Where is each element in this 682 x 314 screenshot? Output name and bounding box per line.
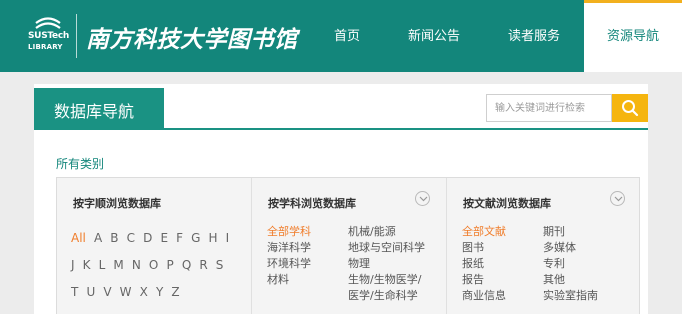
letter-link[interactable]: X xyxy=(140,279,148,306)
browse-by-letter: 按字顺浏览数据库 All A B C D E F G H I J K L M N… xyxy=(57,178,252,314)
panel-title-tab: 数据库导航 xyxy=(34,88,164,130)
letter-link[interactable]: All xyxy=(71,225,86,252)
site-header: SUSTech LIBRARY 南方科技大学图书馆 首页 新闻公告 读者服务 资… xyxy=(0,0,682,72)
subject-marine-science[interactable]: 海洋科学 xyxy=(267,239,311,255)
type-books[interactable]: 图书 xyxy=(462,239,484,255)
letter-link[interactable]: G xyxy=(191,225,200,252)
browse-by-letter-title: 按字顺浏览数据库 xyxy=(73,197,161,210)
letter-link[interactable]: H xyxy=(209,225,218,252)
database-navigation-panel: 数据库导航 所有类别 按字顺浏览数据库 All A B C D E F G H … xyxy=(34,84,648,314)
subject-mechanical-energy[interactable]: 机械/能源 xyxy=(348,223,396,239)
subject-medicine-life-science[interactable]: 医学/生命科学 xyxy=(348,287,418,303)
title-underline xyxy=(34,128,648,130)
letter-link[interactable]: W xyxy=(120,279,132,306)
type-multimedia[interactable]: 多媒体 xyxy=(543,239,576,255)
logo-mark-icon xyxy=(35,17,61,29)
panel-title: 数据库导航 xyxy=(54,102,135,121)
logo-text-sustech: SUSTech xyxy=(28,31,69,41)
letter-link[interactable]: I xyxy=(226,225,230,252)
type-business-info[interactable]: 商业信息 xyxy=(462,287,506,303)
search-icon xyxy=(622,100,639,117)
type-reports[interactable]: 报告 xyxy=(462,271,484,287)
letter-link[interactable]: P xyxy=(166,252,173,279)
letter-link[interactable]: B xyxy=(110,225,118,252)
library-logo[interactable]: SUSTech LIBRARY xyxy=(28,10,69,62)
nav-news[interactable]: 新闻公告 xyxy=(398,0,470,72)
type-lab-guides[interactable]: 实验室指南 xyxy=(543,287,598,303)
nav-reader-services[interactable]: 读者服务 xyxy=(498,0,570,72)
expand-type-button[interactable] xyxy=(610,191,625,206)
letter-link[interactable]: D xyxy=(143,225,152,252)
expand-subject-button[interactable] xyxy=(415,191,430,206)
letter-link[interactable]: F xyxy=(176,225,183,252)
letter-link[interactable]: Z xyxy=(171,279,179,306)
letter-link[interactable]: C xyxy=(127,225,135,252)
letter-link[interactable]: J xyxy=(71,252,75,279)
letter-link[interactable]: Q xyxy=(182,252,191,279)
letter-link[interactable]: S xyxy=(216,252,224,279)
subject-physics[interactable]: 物理 xyxy=(348,255,370,271)
subject-environmental-science[interactable]: 环境科学 xyxy=(267,255,311,271)
type-other[interactable]: 其他 xyxy=(543,271,565,287)
browse-by-type-title: 按文献浏览数据库 xyxy=(463,197,551,210)
letter-link[interactable]: R xyxy=(199,252,207,279)
letter-link[interactable]: T xyxy=(71,279,78,306)
search-button[interactable] xyxy=(612,94,648,122)
letter-link[interactable]: E xyxy=(160,225,168,252)
browse-by-type: 按文献浏览数据库 全部文献 期刊 图书 多媒体 报纸 专利 报告 其他 商业信息… xyxy=(447,178,641,314)
letter-link[interactable]: L xyxy=(99,252,106,279)
letter-link[interactable]: V xyxy=(103,279,111,306)
search-input[interactable] xyxy=(486,94,612,122)
type-patents[interactable]: 专利 xyxy=(543,255,565,271)
subject-all[interactable]: 全部学科 xyxy=(267,223,311,239)
all-categories-link[interactable]: 所有类别 xyxy=(56,155,104,172)
type-newspapers[interactable]: 报纸 xyxy=(462,255,484,271)
letter-link[interactable]: M xyxy=(113,252,123,279)
letter-link[interactable]: N xyxy=(132,252,141,279)
browse-by-subject-title: 按学科浏览数据库 xyxy=(268,197,356,210)
letter-list: All A B C D E F G H I J K L M N O P Q R … xyxy=(71,225,241,306)
library-name[interactable]: 南方科技大学图书馆 xyxy=(86,20,298,54)
type-journals[interactable]: 期刊 xyxy=(543,223,565,239)
letter-link[interactable]: U xyxy=(86,279,95,306)
logo-divider xyxy=(76,14,77,58)
chevron-down-icon xyxy=(419,196,428,202)
letter-link[interactable]: K xyxy=(83,252,91,279)
letter-link[interactable]: Y xyxy=(156,279,163,306)
subject-earth-space-science[interactable]: 地球与空间科学 xyxy=(348,239,425,255)
type-all[interactable]: 全部文献 xyxy=(462,223,506,239)
nav-resource-navigation[interactable]: 资源导航 xyxy=(584,0,682,72)
letter-link[interactable]: A xyxy=(94,225,102,252)
letter-link[interactable]: O xyxy=(149,252,158,279)
browse-box: 按字顺浏览数据库 All A B C D E F G H I J K L M N… xyxy=(56,177,640,314)
subject-materials[interactable]: 材料 xyxy=(267,271,289,287)
subject-biology-biomedical[interactable]: 生物/生物医学/ xyxy=(348,271,421,287)
nav-home[interactable]: 首页 xyxy=(318,0,376,72)
browse-by-subject: 按学科浏览数据库 全部学科 机械/能源 海洋科学 地球与空间科学 环境科学 物理… xyxy=(252,178,447,314)
logo-text-library: LIBRARY xyxy=(28,43,63,51)
chevron-down-icon xyxy=(614,196,623,202)
